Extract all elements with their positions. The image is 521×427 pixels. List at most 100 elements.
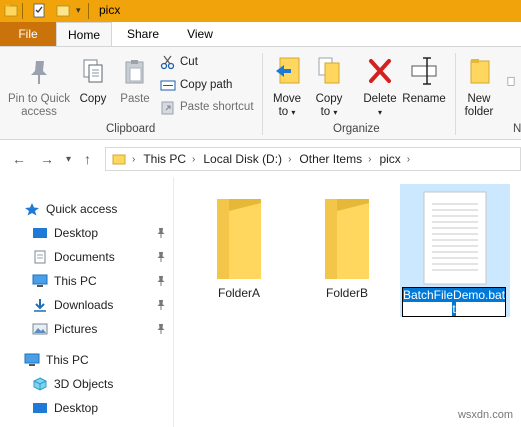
title-bar: ▾ picx — [0, 0, 521, 22]
back-arrow-icon[interactable]: ← — [12, 151, 26, 167]
cut-button[interactable]: Cut — [160, 54, 198, 70]
watermark: wsxdn.com — [457, 409, 513, 421]
folder-item-folder-a[interactable]: FolderA — [197, 193, 281, 300]
rename-text-line2: t — [452, 302, 456, 316]
chevron-right-icon[interactable]: › — [132, 154, 135, 165]
tab-view[interactable]: View — [176, 22, 224, 46]
pin-icon — [157, 300, 165, 310]
nav-label: Desktop — [54, 401, 99, 415]
quick-access-dropdown-icon[interactable]: ▾ — [76, 5, 81, 16]
navigation-pane: Quick access Desktop Documents This PC D… — [0, 177, 174, 427]
nav-desktop-pc[interactable]: Desktop — [0, 397, 174, 419]
breadcrumb-local-disk[interactable]: Local Disk (D:) — [203, 152, 282, 166]
nav-pictures[interactable]: Pictures — [0, 318, 174, 340]
tab-home[interactable]: Home — [56, 22, 112, 46]
move-label-line2: to — [278, 106, 289, 118]
cut-label: Cut — [180, 56, 198, 68]
star-icon — [25, 203, 39, 216]
copy-path-label: Copy path — [180, 79, 233, 91]
paste-shortcut-icon — [161, 101, 174, 115]
new-item-icon — [507, 76, 515, 86]
recent-locations-chevron-icon[interactable]: ▾ — [66, 154, 71, 165]
paste-button[interactable]: Paste — [116, 57, 154, 106]
rename-button[interactable]: Rename — [402, 55, 446, 106]
copy-to-label-line2: to — [320, 106, 331, 118]
chevron-right-icon[interactable]: › — [368, 154, 371, 165]
download-arrow-icon — [34, 299, 46, 312]
nav-label: 3D Objects — [54, 377, 114, 391]
address-bar[interactable]: › This PC › Local Disk (D:) › Other Item… — [105, 147, 521, 171]
forward-arrow-icon[interactable]: → — [40, 151, 54, 167]
window-title: picx — [99, 3, 121, 17]
nav-label: Downloads — [54, 298, 114, 312]
paste-shortcut-label: Paste shortcut — [180, 101, 254, 113]
clipboard-group-label: Clipboard — [106, 123, 156, 135]
file-list-view: FolderA FolderB BatchFileDemo.bat t wsxd… — [175, 177, 521, 427]
new-folder-label-line1: New — [467, 93, 491, 105]
move-to-button[interactable]: Move to ▾ — [268, 55, 306, 119]
nav-label: Documents — [54, 250, 115, 264]
folder-a-label: FolderA — [217, 286, 261, 300]
new-folder-icon[interactable] — [56, 3, 70, 18]
delete-button[interactable]: Delete ▾ — [360, 55, 400, 119]
move-to-icon — [276, 57, 300, 84]
nav-label: This PC — [54, 274, 97, 288]
new-folder-label-line2: folder — [464, 106, 494, 118]
chevron-right-icon[interactable]: › — [288, 154, 291, 165]
pin-icon — [157, 228, 165, 238]
new-folder-button[interactable]: New folder — [460, 55, 498, 119]
pin-icon — [157, 252, 165, 262]
nav-documents[interactable]: Documents — [0, 246, 174, 268]
new-item-button[interactable] — [506, 73, 520, 89]
pin-icon — [157, 276, 165, 286]
copy-to-button[interactable]: Copy to ▾ — [310, 55, 348, 119]
new-group-label: N — [513, 123, 521, 135]
rename-icon — [411, 57, 437, 85]
breadcrumb-this-pc[interactable]: This PC — [143, 152, 186, 166]
up-arrow-icon[interactable]: ↑ — [84, 151, 91, 167]
nav-label: Quick access — [46, 202, 118, 216]
copy-label: Copy — [79, 93, 107, 105]
folder-icon — [217, 199, 261, 279]
breadcrumb-picx[interactable]: picx — [379, 152, 400, 166]
pin-icon — [31, 61, 47, 84]
paste-shortcut-button[interactable]: Paste shortcut — [160, 99, 254, 115]
folder-item-folder-b[interactable]: FolderB — [305, 193, 389, 300]
pin-to-quick-access-button[interactable]: Pin to Quick access — [4, 57, 74, 119]
desktop-icon — [33, 403, 47, 413]
nav-this-pc[interactable]: This PC — [0, 349, 174, 371]
tab-file[interactable]: File — [0, 22, 56, 46]
nav-this-pc-pinned[interactable]: This PC — [0, 270, 174, 292]
nav-label: Pictures — [54, 322, 98, 336]
nav-desktop[interactable]: Desktop — [0, 222, 174, 244]
nav-quick-access[interactable]: Quick access — [0, 198, 174, 220]
group-divider — [455, 53, 456, 135]
folder-icon — [112, 154, 126, 165]
documents-icon — [34, 250, 46, 264]
paste-icon — [125, 60, 144, 84]
chevron-right-icon[interactable]: › — [192, 154, 195, 165]
group-divider — [262, 53, 263, 135]
pin-icon — [157, 324, 165, 334]
3d-objects-icon — [33, 377, 47, 391]
delete-label: Delete — [363, 93, 397, 105]
pin-label-line1: Pin to Quick — [8, 93, 70, 105]
breadcrumb-other-items[interactable]: Other Items — [299, 152, 362, 166]
copy-to-label-line1: Copy — [315, 93, 343, 105]
rename-text-line1: BatchFileDemo.bat — [403, 288, 506, 302]
rename-input[interactable]: BatchFileDemo.bat t — [402, 287, 506, 317]
paste-label: Paste — [120, 93, 150, 105]
folder-icon — [325, 199, 369, 279]
copy-button[interactable]: Copy — [76, 57, 110, 106]
nav-downloads[interactable]: Downloads — [0, 294, 174, 316]
nav-3d-objects[interactable]: 3D Objects — [0, 373, 174, 395]
address-row: ← → ▾ ↑ › This PC › Local Disk (D:) › Ot… — [0, 141, 521, 177]
computer-icon — [24, 353, 40, 366]
ribbon: Pin to Quick access Copy Paste Cut Copy … — [0, 46, 521, 140]
file-item-batch-file[interactable]: BatchFileDemo.bat t — [400, 184, 510, 317]
properties-icon[interactable] — [32, 3, 46, 18]
tab-share[interactable]: Share — [118, 22, 168, 46]
copy-path-button[interactable]: Copy path — [160, 77, 232, 93]
chevron-right-icon[interactable]: › — [407, 154, 410, 165]
scissors-icon — [160, 55, 175, 70]
